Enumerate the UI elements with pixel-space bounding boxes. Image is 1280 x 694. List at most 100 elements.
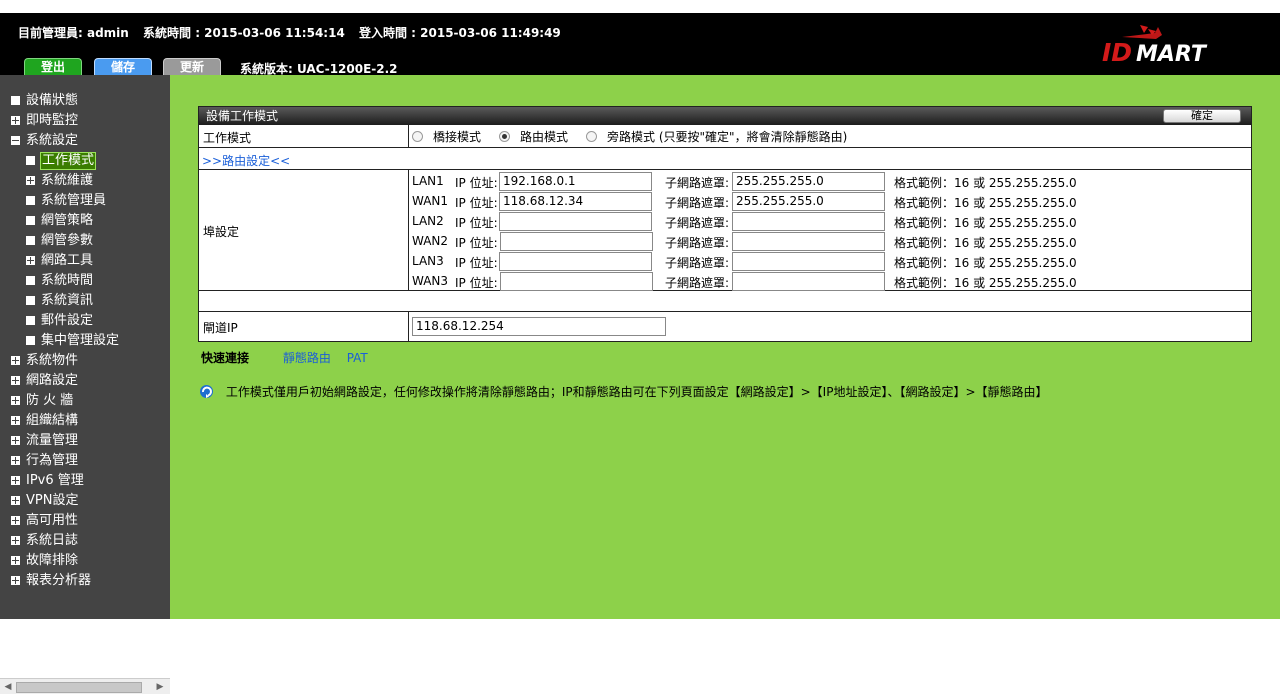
- sidebar-item[interactable]: 防 火 牆: [0, 391, 170, 411]
- sidebar-item-label: 報表分析器: [26, 573, 92, 588]
- route-link-row: >>路由設定<<: [199, 148, 1251, 170]
- scroll-left-icon[interactable]: ◀: [3, 681, 13, 693]
- sidebar-item[interactable]: 故障排除: [0, 551, 170, 571]
- sidebar-item[interactable]: 系統管理員: [0, 191, 170, 211]
- sidebar-item-label: 行為管理: [26, 453, 79, 468]
- login-time-text: 登入時間 : 2015-03-06 11:49:49: [359, 26, 561, 40]
- quick-links: 快速連接 靜態路由 PAT: [201, 349, 380, 366]
- sidebar-item[interactable]: 系統資訊: [0, 291, 170, 311]
- quick-links-label: 快速連接: [201, 351, 250, 365]
- bullet-icon: [26, 316, 35, 325]
- sidebar-item[interactable]: 集中管理設定: [0, 331, 170, 351]
- horizontal-scrollbar[interactable]: ◀ ▶: [0, 678, 170, 694]
- sidebar-item-label: 流量管理: [26, 433, 79, 448]
- info-note-text: 工作模式僅用戶初始網路設定，任何修改操作將清除靜態路由；IP和靜態路由可在下列頁…: [225, 385, 1048, 399]
- sidebar-item[interactable]: 網管策略: [0, 211, 170, 231]
- mode-radio[interactable]: [586, 131, 598, 142]
- sidebar-item[interactable]: 工作模式: [0, 151, 170, 171]
- sidebar-item[interactable]: 組織結構: [0, 411, 170, 431]
- save-button[interactable]: 儲存: [94, 58, 152, 75]
- expand-icon: [26, 256, 35, 265]
- gateway-ip-field[interactable]: 118.68.12.254: [412, 317, 666, 336]
- sidebar-item[interactable]: 報表分析器: [0, 571, 170, 591]
- sidebar-item-label: VPN設定: [26, 493, 79, 508]
- sidebar-item[interactable]: 郵件設定: [0, 311, 170, 331]
- subnet-mask-field[interactable]: [732, 212, 885, 231]
- ip-field[interactable]: [499, 212, 652, 231]
- expand-icon: [11, 496, 20, 505]
- subnet-mask-field[interactable]: [732, 272, 885, 291]
- port-name: WAN2: [412, 234, 449, 248]
- subnet-mask-label: 子網路遮罩:: [665, 236, 730, 250]
- port-name: LAN1: [412, 174, 444, 188]
- bullet-icon: [26, 276, 35, 285]
- expand-icon: [11, 396, 20, 405]
- ip-label: IP 位址:: [455, 216, 498, 230]
- bullet-icon: [26, 296, 35, 305]
- sidebar-item-label: 郵件設定: [41, 313, 94, 328]
- logout-button[interactable]: 登出: [24, 58, 82, 75]
- expand-icon: [11, 456, 20, 465]
- sidebar-item[interactable]: 高可用性: [0, 511, 170, 531]
- ip-field[interactable]: 118.68.12.34: [499, 192, 652, 211]
- sidebar-item[interactable]: 系統設定: [0, 131, 170, 151]
- subnet-mask-label: 子網路遮罩:: [665, 216, 730, 230]
- update-button[interactable]: 更新: [163, 58, 221, 75]
- mode-radio[interactable]: [412, 131, 423, 142]
- ip-field[interactable]: 192.168.0.1: [499, 172, 652, 191]
- sidebar-item-label: 防 火 牆: [26, 393, 74, 408]
- mode-radio[interactable]: [499, 131, 511, 142]
- sidebar-item-label: 網管參數: [41, 233, 94, 248]
- sidebar-item-label: 系統管理員: [41, 193, 107, 208]
- subnet-mask-field[interactable]: [732, 252, 885, 271]
- sidebar-item[interactable]: 系統物件: [0, 351, 170, 371]
- quick-link-static-route[interactable]: 靜態路由: [283, 351, 331, 365]
- bullet-icon: [26, 156, 35, 165]
- expand-icon: [11, 376, 20, 385]
- expand-icon: [11, 416, 20, 425]
- sidebar-item[interactable]: 系統維護: [0, 171, 170, 191]
- gateway-label: 閘道IP: [203, 321, 238, 335]
- work-mode-panel: 設備工作模式 確定 工作模式 橋接模式 路由模式 旁路模式 (只要按"確定"，將會清…: [198, 106, 1252, 342]
- mode-radio-label: 橋接模式: [433, 130, 482, 144]
- sidebar-item-label: IPv6 管理: [26, 473, 84, 488]
- sidebar-item[interactable]: IPv6 管理: [0, 471, 170, 491]
- sidebar-item[interactable]: 網路工具: [0, 251, 170, 271]
- sidebar-item[interactable]: VPN設定: [0, 491, 170, 511]
- sidebar-item-label: 網路設定: [26, 373, 79, 388]
- confirm-button[interactable]: 確定: [1163, 109, 1241, 123]
- sidebar-item-label: 組織結構: [26, 413, 79, 428]
- svg-text:MART: MART: [1136, 42, 1208, 67]
- quick-link-pat[interactable]: PAT: [347, 351, 368, 365]
- sidebar-item[interactable]: 行為管理: [0, 451, 170, 471]
- sidebar-item[interactable]: 網管參數: [0, 231, 170, 251]
- top-strip: [0, 0, 1280, 13]
- idmart-logo: ID MART: [1102, 25, 1208, 67]
- sidebar-menu: 設備狀態 即時監控 系統設定 工作模式 系統維護系統管理員網管策略網管參數網路工具 系統時…: [0, 91, 170, 591]
- scroll-thumb[interactable]: [16, 682, 142, 693]
- subnet-mask-field[interactable]: 255.255.255.0: [732, 192, 885, 211]
- ip-label: IP 位址:: [455, 276, 498, 290]
- ip-field[interactable]: [499, 252, 652, 271]
- route-settings-link[interactable]: >>路由設定<<: [202, 152, 290, 169]
- expand-icon: [11, 536, 20, 545]
- expand-icon: [11, 356, 20, 365]
- sidebar-item[interactable]: 設備狀態: [0, 91, 170, 111]
- format-hint: 格式範例：16 或 255.255.255.0: [894, 236, 1077, 250]
- sidebar-item[interactable]: 流量管理: [0, 431, 170, 451]
- port-settings-row: 埠設定 LAN1 IP 位址: 192.168.0.1 子網路遮罩: 255.255.2…: [199, 170, 1251, 291]
- sidebar-item[interactable]: 即時監控: [0, 111, 170, 131]
- subnet-mask-field[interactable]: [732, 232, 885, 251]
- gateway-row: 閘道IP 118.68.12.254: [199, 312, 1251, 342]
- scroll-right-icon[interactable]: ▶: [155, 681, 165, 693]
- sidebar-item[interactable]: 系統日誌: [0, 531, 170, 551]
- mode-label: 工作模式: [203, 131, 252, 145]
- sidebar-item[interactable]: 系統時間: [0, 271, 170, 291]
- sidebar-item[interactable]: 網路設定: [0, 371, 170, 391]
- collapse-icon: [11, 136, 20, 145]
- ip-field[interactable]: [500, 272, 653, 291]
- sidebar: 設備狀態 即時監控 系統設定 工作模式 系統維護系統管理員網管策略網管參數網路工具 系統時…: [0, 75, 170, 694]
- subnet-mask-field[interactable]: 255.255.255.0: [732, 172, 885, 191]
- format-hint: 格式範例：16 或 255.255.255.0: [894, 256, 1077, 270]
- ip-field[interactable]: [500, 232, 653, 251]
